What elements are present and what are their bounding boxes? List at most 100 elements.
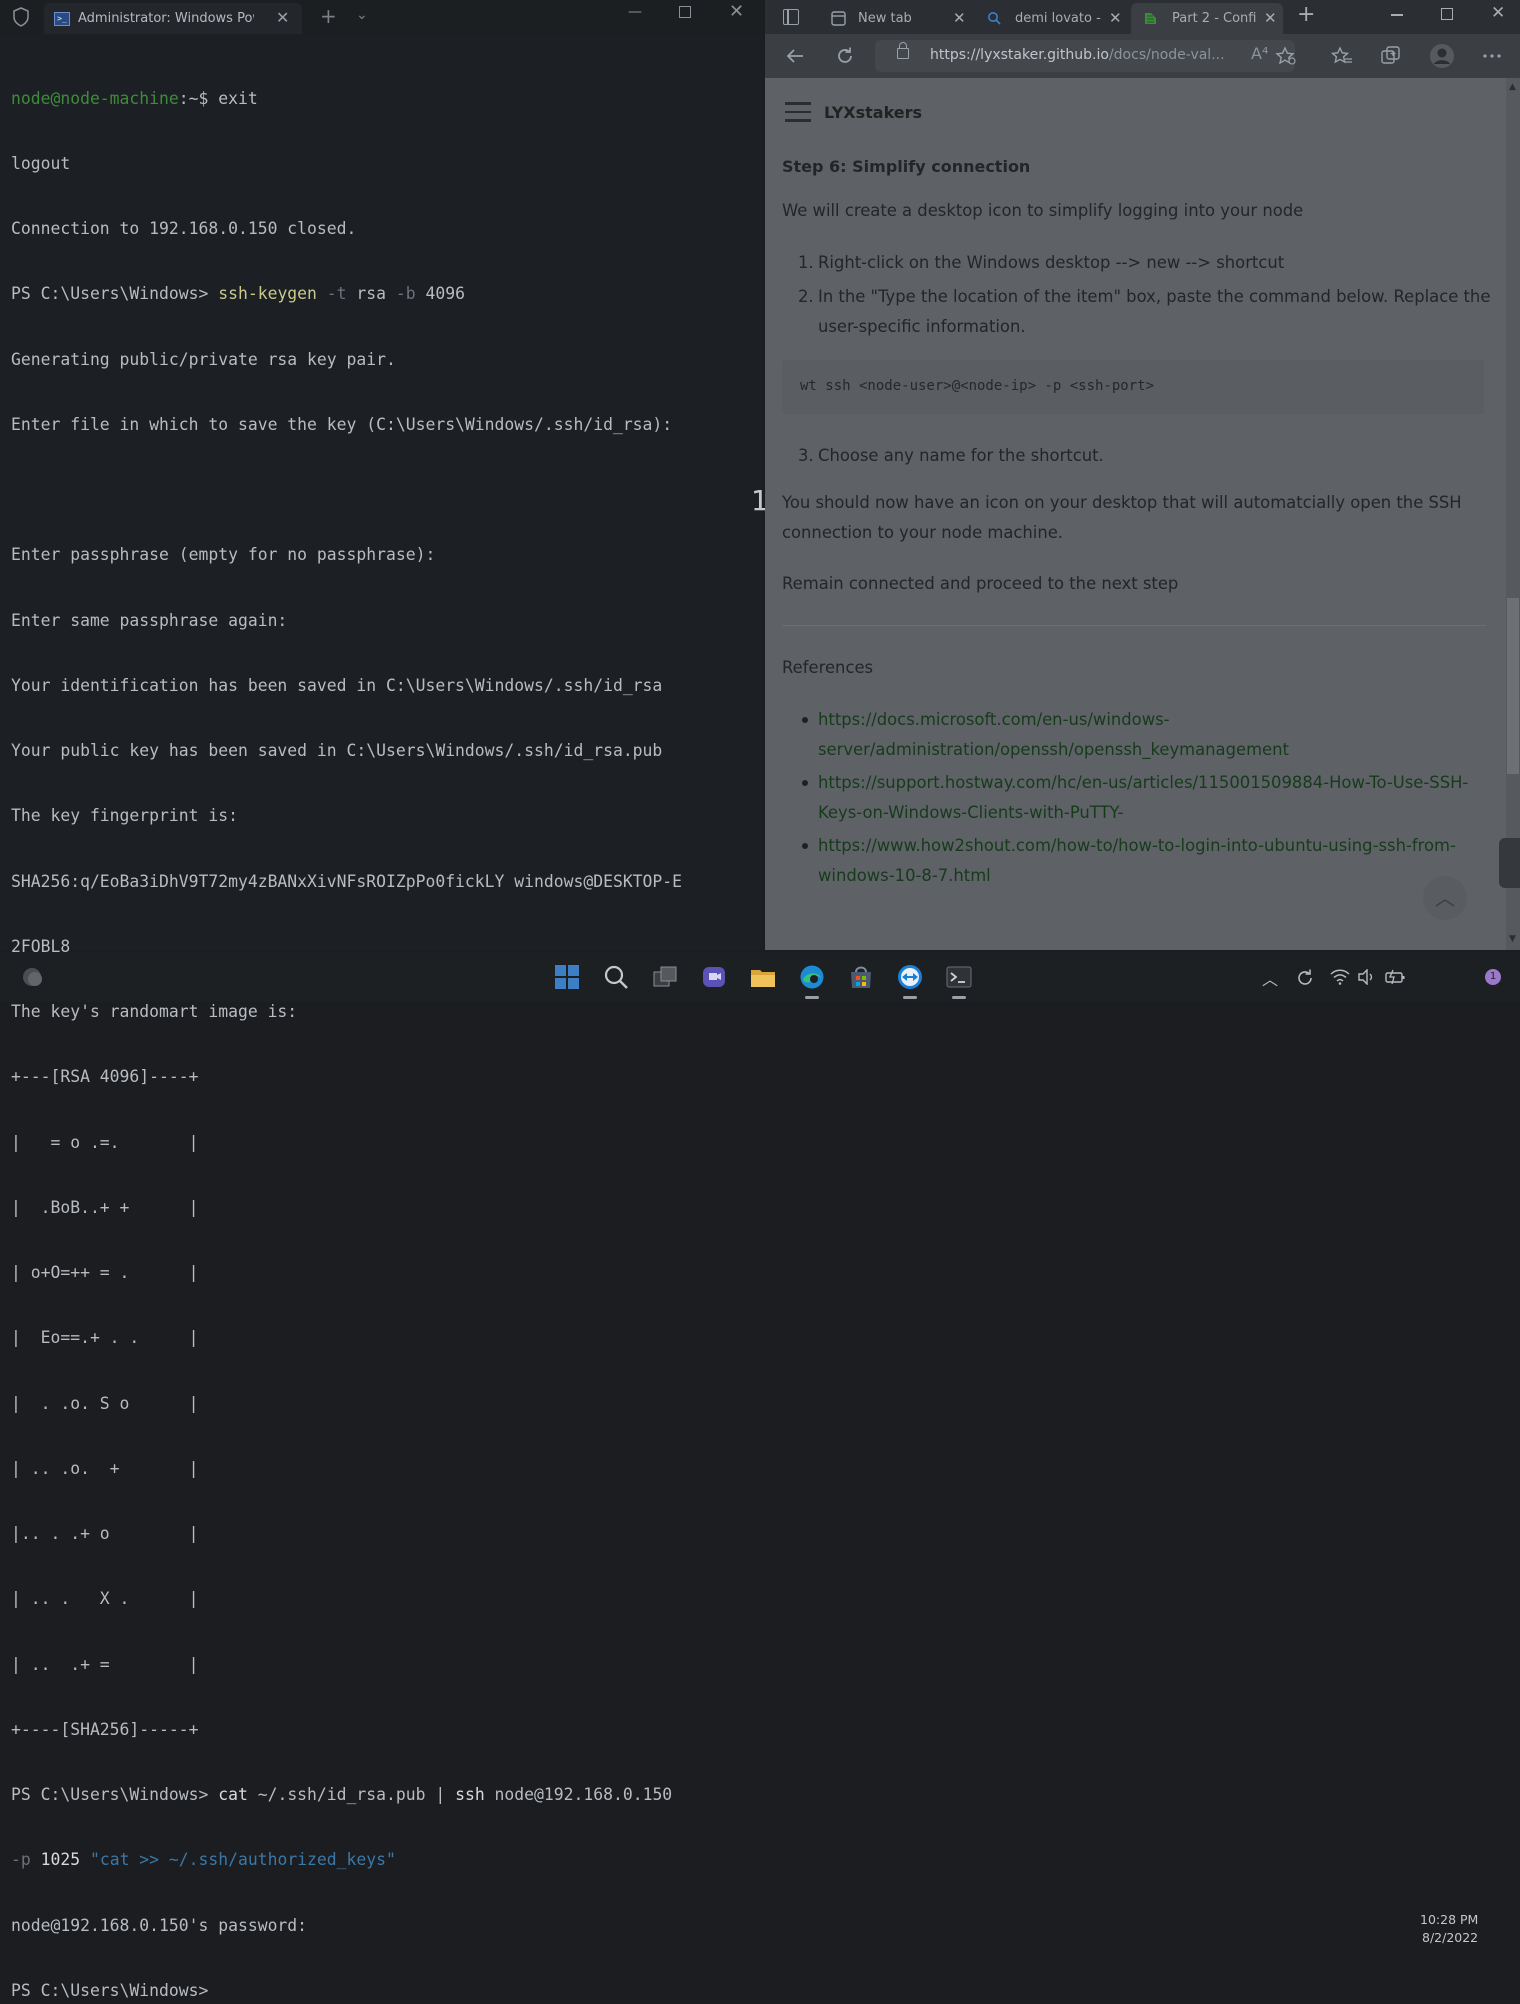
search-icon[interactable] [603,964,629,990]
microsoft-store-icon[interactable] [848,964,874,990]
notification-badge[interactable]: 1 [1485,969,1501,985]
code-block[interactable]: wt ssh <node-user>@<node-ip> -p <ssh-por… [782,360,1484,414]
step-number: 2. [798,287,814,306]
close-tab-icon[interactable]: ✕ [276,8,289,27]
code-text[interactable]: wt ssh <node-user>@<node-ip> -p <ssh-por… [800,378,1154,394]
terminal-tab[interactable]: >_ Administrator: Windows Powe ✕ [44,3,302,34]
refresh-icon[interactable] [835,46,855,66]
terminal-line: Your public key has been saved in C:\Use… [11,741,663,760]
add-favorite-star-icon[interactable] [1275,46,1297,66]
prompt-command: :~$ exit [178,88,258,108]
tab-title: Part 2 - Confi [1172,11,1257,26]
prompt-user-host: node@node-machine [11,88,179,108]
new-tab-button[interactable]: + [1297,2,1315,27]
outcome-line: You should now have an icon on your desk… [782,493,1462,512]
clock-time[interactable]: 10:28 PM [1420,1912,1478,1927]
randomart-line: | .BoB..+ + | [11,1197,199,1217]
site-favicon-icon [1145,13,1156,24]
side-widget-tab[interactable] [1499,838,1520,888]
cmd-name: ssh-keygen [218,284,317,304]
volume-icon[interactable] [1357,969,1375,985]
teamviewer-icon[interactable] [897,964,923,990]
url-text[interactable]: https://lyxstaker.github.io/docs/node-va… [930,47,1225,63]
scroll-up-arrow-icon[interactable]: ▲ [1509,82,1516,92]
sync-icon[interactable] [1295,968,1315,988]
powershell-icon: >_ [54,12,70,26]
step-text: Right-click on the Windows desktop --> n… [818,253,1285,272]
terminal-line: SHA256:q/EoBa3iDhV9T72my4zBANxXivNFsROIZ… [11,871,683,891]
favorites-icon[interactable] [1331,46,1353,66]
maximize-button[interactable] [679,6,691,18]
page-scrollbar[interactable]: ▲ ▼ [1506,78,1520,950]
collections-icon[interactable] [1380,45,1402,67]
back-to-top-button[interactable]: ︿ [1423,876,1467,920]
web-page[interactable]: LYXstakers Step 6: Simplify connection W… [765,78,1506,950]
hamburger-menu-icon[interactable] [785,102,811,122]
maximize-button[interactable] [1441,8,1453,20]
reference-link[interactable]: https://docs.microsoft.com/en-us/windows… [818,705,1289,764]
step-text: In the "Type the location of the item" b… [818,287,1491,306]
close-window-button[interactable]: ✕ [1491,3,1505,23]
battery-charging-icon[interactable] [1384,969,1406,985]
reference-link[interactable]: https://support.hostway.com/hc/en-us/art… [818,768,1468,827]
terminal-tab-title: Administrator: Windows Powe [78,11,254,26]
new-tab-button[interactable]: + [320,4,337,28]
randomart-line: | = o .=. | [11,1132,199,1152]
cmd-arg: node@192.168.0.150 [484,1785,673,1804]
outcome-line: connection to your node machine. [782,522,1064,542]
cmd-string: "cat >> ~/.ssh/authorized_keys" [80,1850,396,1870]
file-explorer-icon[interactable] [750,964,776,990]
terminal-line: node@node-machine:~$ exit [11,88,756,110]
browser-tab-search[interactable]: demi lovato - ✕ [975,3,1127,34]
close-window-button[interactable]: ✕ [729,1,744,22]
step-text: user-specific information. [818,316,1026,336]
windows-terminal-icon[interactable] [946,964,972,990]
cmd-arg: rsa [356,284,387,304]
teams-chat-icon[interactable] [701,964,727,990]
active-app-indicator [952,996,966,999]
read-aloud-icon[interactable]: A⁴ [1251,44,1268,63]
browser-window[interactable]: New tab ✕ demi lovato - ✕ Part 2 - Confi… [765,0,1520,950]
terminal-output[interactable]: node@node-machine:~$ exit logout Connect… [11,44,756,2004]
show-hidden-icons-chevron[interactable]: ︿ [1262,966,1278,990]
minimize-button[interactable] [1391,14,1403,16]
references-heading: References [782,658,874,677]
randomart-line: | Eo==.+ . . | [11,1328,199,1348]
profile-avatar-icon[interactable] [1429,43,1455,69]
minimize-button[interactable]: — [628,4,642,20]
weather-widget-icon[interactable] [20,964,46,990]
wifi-icon[interactable] [1330,969,1350,985]
close-tab-icon[interactable]: ✕ [1109,9,1122,27]
start-windows-icon[interactable] [554,964,580,990]
clock-date[interactable]: 8/2/2022 [1422,1930,1478,1945]
scrollbar-thumb[interactable] [1507,598,1519,774]
terminal-titlebar: >_ Administrator: Windows Powe ✕ + ⌄ — ✕ [0,0,763,34]
scroll-down-arrow-icon[interactable]: ▼ [1509,934,1516,944]
terminal-window[interactable]: >_ Administrator: Windows Powe ✕ + ⌄ — ✕… [0,0,763,2000]
reference-link[interactable]: https://www.how2shout.com/how-to/how-to-… [818,831,1456,890]
task-view-icon[interactable] [652,964,678,990]
terminal-line: PS C:\Users\Windows> cat ~/.ssh/id_rsa.p… [11,1784,756,1806]
chevron-down-icon[interactable]: ⌄ [356,7,368,23]
edge-browser-icon[interactable] [799,964,825,990]
bullet [802,780,808,786]
terminal-line: node@192.168.0.150's password: [11,1915,308,1935]
cmd-flag: -t [316,284,357,304]
browser-tab-active[interactable]: Part 2 - Confi ✕ [1131,3,1283,34]
browser-tab-new[interactable]: New tab ✕ [821,3,971,34]
vertical-tabs-icon[interactable] [783,9,799,25]
cmd-arg: 1025 [40,1850,81,1870]
randomart-line: | .. .+ = | [11,1654,199,1674]
close-tab-icon[interactable]: ✕ [1264,9,1277,27]
more-options-icon[interactable] [1483,54,1501,58]
address-bar[interactable]: https://lyxstaker.github.io/docs/node-va… [875,40,1295,72]
terminal-line: Enter passphrase (empty for no passphras… [11,545,436,565]
site-title[interactable]: LYXstakers [824,103,922,122]
back-arrow-icon[interactable] [785,47,805,65]
randomart-line: | . .o. S o | [11,1393,199,1413]
randomart-line: +----[SHA256]-----+ [11,1719,199,1739]
step-heading: Step 6: Simplify connection [782,157,1031,176]
close-tab-icon[interactable]: ✕ [953,9,966,27]
lock-icon[interactable] [897,42,909,59]
browser-tabbar: New tab ✕ demi lovato - ✕ Part 2 - Confi… [765,0,1520,34]
